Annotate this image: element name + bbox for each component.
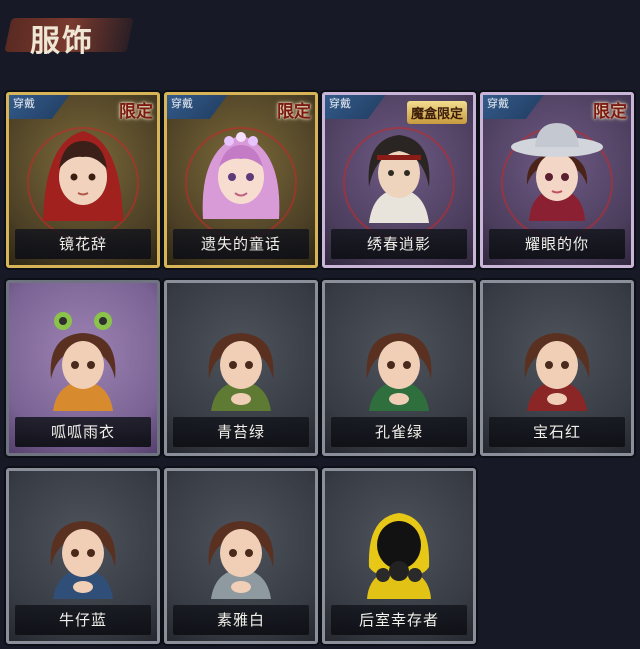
page-title: 服饰 <box>30 24 94 59</box>
character-portrait <box>368 135 430 223</box>
character-portrait <box>367 513 431 599</box>
character-portrait <box>511 123 603 221</box>
costume-name: 后室幸存者 <box>331 605 467 635</box>
magic-box-limited-badge: 魔盒限定 <box>406 101 467 124</box>
costume-card[interactable]: 后室幸存者 <box>322 468 476 644</box>
character-portrait <box>43 131 123 221</box>
costume-name: 镜花辞 <box>15 229 151 259</box>
costume-card[interactable]: 孔雀绿 <box>322 280 476 456</box>
costume-name: 遗失的童话 <box>173 229 309 259</box>
character-portrait <box>524 333 590 411</box>
costume-name: 耀眼的你 <box>489 229 625 259</box>
character-portrait <box>208 333 274 411</box>
limited-badge: 限定 <box>119 102 153 122</box>
costume-card[interactable]: 穿戴 魔盒限定 绣春逍影 <box>322 92 476 268</box>
character-portrait <box>208 521 274 599</box>
costume-name: 宝石红 <box>489 417 625 447</box>
character-portrait <box>366 333 432 411</box>
limited-badge: 限定 <box>277 102 311 122</box>
costume-card[interactable]: 青苔绿 <box>164 280 318 456</box>
costume-card[interactable]: 穿戴 限定 耀眼的你 <box>480 92 634 268</box>
costume-name: 绣春逍影 <box>331 229 467 259</box>
costume-card[interactable]: 穿戴 限定 遗失的童话 <box>164 92 318 268</box>
character-portrait <box>50 521 116 599</box>
costume-card[interactable]: 宝石红 <box>480 280 634 456</box>
character-portrait <box>202 132 280 219</box>
costume-name: 素雅白 <box>173 605 309 635</box>
costume-name: 孔雀绿 <box>331 417 467 447</box>
limited-badge: 限定 <box>593 102 627 122</box>
costume-card[interactable]: 穿戴 限定 镜花辞 <box>6 92 160 268</box>
section-header: 服饰 <box>0 0 200 72</box>
character-portrait <box>50 312 116 411</box>
costume-name: 牛仔蓝 <box>15 605 151 635</box>
costume-name: 青苔绿 <box>173 417 309 447</box>
costume-card[interactable]: 牛仔蓝 <box>6 468 160 644</box>
costume-card[interactable]: 素雅白 <box>164 468 318 644</box>
costume-name: 呱呱雨衣 <box>15 417 151 447</box>
costume-card[interactable]: 呱呱雨衣 <box>6 280 160 456</box>
